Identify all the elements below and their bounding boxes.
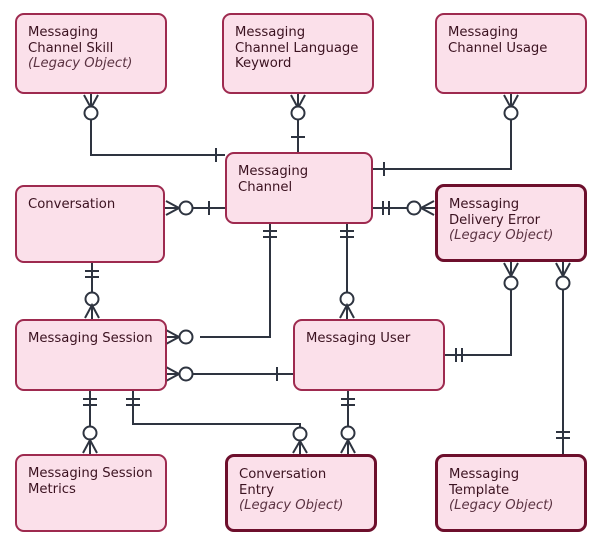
entity-messaging-channel[interactable]: Messaging Channel bbox=[225, 152, 373, 224]
connector-session-to-user bbox=[165, 366, 293, 382]
entity-legacy-label: (Legacy Object) bbox=[28, 56, 133, 72]
entity-messaging-channel-language-keyword[interactable]: Messaging Channel Language Keyword bbox=[222, 13, 374, 94]
entity-messaging-session[interactable]: Messaging Session bbox=[15, 319, 167, 391]
connector-user-to-delivery-error bbox=[445, 262, 519, 362]
entity-name: Messaging User bbox=[306, 331, 411, 346]
entity-name: Conversation bbox=[28, 197, 116, 212]
entity-messaging-delivery-error[interactable]: Messaging Delivery Error (Legacy Object) bbox=[435, 184, 587, 262]
connector-conversation-to-channel bbox=[165, 200, 225, 216]
connector-conversation-to-session bbox=[84, 263, 100, 319]
entity-conversation-entry[interactable]: Conversation Entry (Legacy Object) bbox=[225, 454, 377, 532]
entity-name: Messaging Channel Usage bbox=[448, 25, 548, 56]
entity-name: Messaging Template bbox=[449, 467, 520, 498]
entity-name: Messaging Channel Language Keyword bbox=[235, 25, 359, 72]
entity-name: Messaging Session bbox=[28, 331, 153, 346]
connector-session-to-conversation-entry bbox=[126, 391, 308, 454]
entity-legacy-label: (Legacy Object) bbox=[449, 498, 554, 514]
entity-legacy-label: (Legacy Object) bbox=[449, 228, 554, 244]
entity-messaging-channel-skill[interactable]: Messaging Channel Skill (Legacy Object) bbox=[15, 13, 167, 94]
er-diagram-canvas: Messaging Channel Skill (Legacy Object) … bbox=[0, 0, 600, 546]
entity-conversation[interactable]: Conversation bbox=[15, 185, 165, 263]
entity-messaging-session-metrics[interactable]: Messaging Session Metrics bbox=[15, 454, 167, 532]
entity-legacy-label: (Legacy Object) bbox=[239, 498, 344, 514]
connector-channel-skill-to-channel bbox=[83, 94, 225, 162]
entity-messaging-user[interactable]: Messaging User bbox=[293, 319, 445, 391]
connector-delivery-error-to-template bbox=[555, 262, 571, 454]
connector-channel-to-session bbox=[165, 224, 277, 345]
entity-name: Messaging Delivery Error bbox=[449, 197, 541, 228]
connector-delivery-error-to-channel bbox=[373, 200, 435, 216]
connector-channel-language-keyword-to-channel bbox=[290, 94, 306, 152]
entity-messaging-channel-usage[interactable]: Messaging Channel Usage bbox=[435, 13, 587, 94]
connector-channel-usage-to-channel bbox=[373, 94, 519, 176]
entity-messaging-template[interactable]: Messaging Template (Legacy Object) bbox=[435, 454, 587, 532]
entity-name: Messaging Session Metrics bbox=[28, 466, 153, 497]
connector-channel-to-user bbox=[339, 224, 355, 319]
entity-name: Conversation Entry bbox=[239, 467, 327, 498]
connector-user-to-conversation-entry bbox=[340, 391, 356, 454]
entity-name: Messaging Channel bbox=[238, 164, 309, 195]
entity-name: Messaging Channel Skill bbox=[28, 25, 114, 56]
connector-session-to-session-metrics bbox=[82, 391, 98, 454]
